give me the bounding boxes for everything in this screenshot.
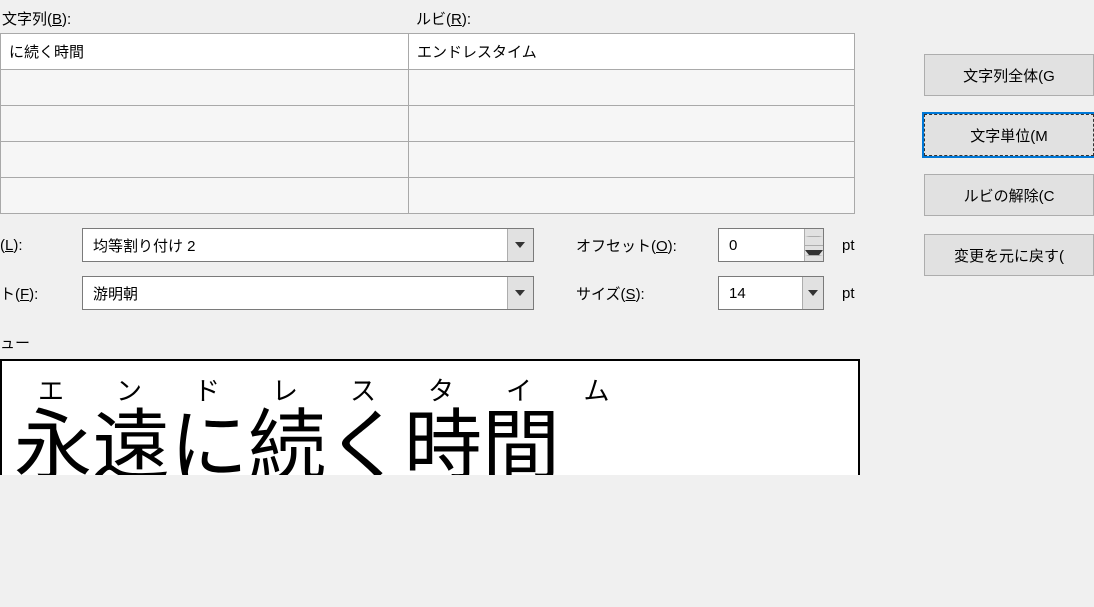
ruby-input-5[interactable] — [409, 178, 854, 213]
whole-string-button[interactable]: 文字列全体(G — [924, 54, 1094, 96]
alignment-label: (L): — [0, 237, 70, 254]
offset-label: オフセット(O): — [576, 235, 706, 256]
alignment-combo[interactable] — [82, 228, 534, 262]
offset-spinner[interactable] — [718, 228, 824, 262]
base-text-input-2[interactable] — [1, 70, 408, 105]
size-input[interactable] — [719, 277, 802, 309]
base-text-input-4[interactable] — [1, 142, 408, 177]
ruby-input-2[interactable] — [409, 70, 854, 105]
offset-spin-up[interactable] — [805, 229, 823, 246]
ruby-input-1[interactable] — [409, 34, 854, 69]
font-dropdown-button[interactable] — [507, 277, 533, 309]
size-unit: pt — [842, 285, 855, 302]
size-dropdown-button[interactable] — [802, 277, 823, 309]
chevron-down-icon — [808, 290, 818, 296]
offset-unit: pt — [842, 237, 855, 254]
base-text-input-5[interactable] — [1, 178, 408, 213]
preview-label: ュー — [0, 332, 1094, 353]
alignment-input[interactable] — [83, 229, 507, 261]
size-combo[interactable] — [718, 276, 824, 310]
triangle-up-icon — [805, 236, 823, 237]
base-text-label: 文字列(B): — [0, 8, 408, 29]
preview-base-text: 永遠に続く時間 — [14, 408, 842, 475]
ruby-label: ルビ(R): — [408, 8, 471, 29]
alignment-dropdown-button[interactable] — [507, 229, 533, 261]
clear-ruby-button[interactable]: ルビの解除(C — [924, 174, 1094, 216]
font-label: ト(F): — [0, 283, 70, 304]
per-char-button[interactable]: 文字単位(M — [924, 114, 1094, 156]
chevron-down-icon — [515, 290, 525, 296]
base-text-input-1[interactable] — [1, 34, 408, 69]
ruby-grid — [0, 33, 855, 214]
chevron-down-icon — [515, 242, 525, 248]
font-input[interactable] — [83, 277, 507, 309]
size-label: サイズ(S): — [576, 283, 706, 304]
offset-spin-down[interactable] — [805, 246, 823, 262]
preview-pane: エンドレスタイム 永遠に続く時間 — [0, 359, 860, 475]
base-text-input-3[interactable] — [1, 106, 408, 141]
revert-button[interactable]: 変更を元に戻す( — [924, 234, 1094, 276]
ruby-input-4[interactable] — [409, 142, 854, 177]
ruby-input-3[interactable] — [409, 106, 854, 141]
triangle-down-icon — [805, 250, 823, 256]
font-combo[interactable] — [82, 276, 534, 310]
offset-input[interactable] — [719, 229, 804, 261]
